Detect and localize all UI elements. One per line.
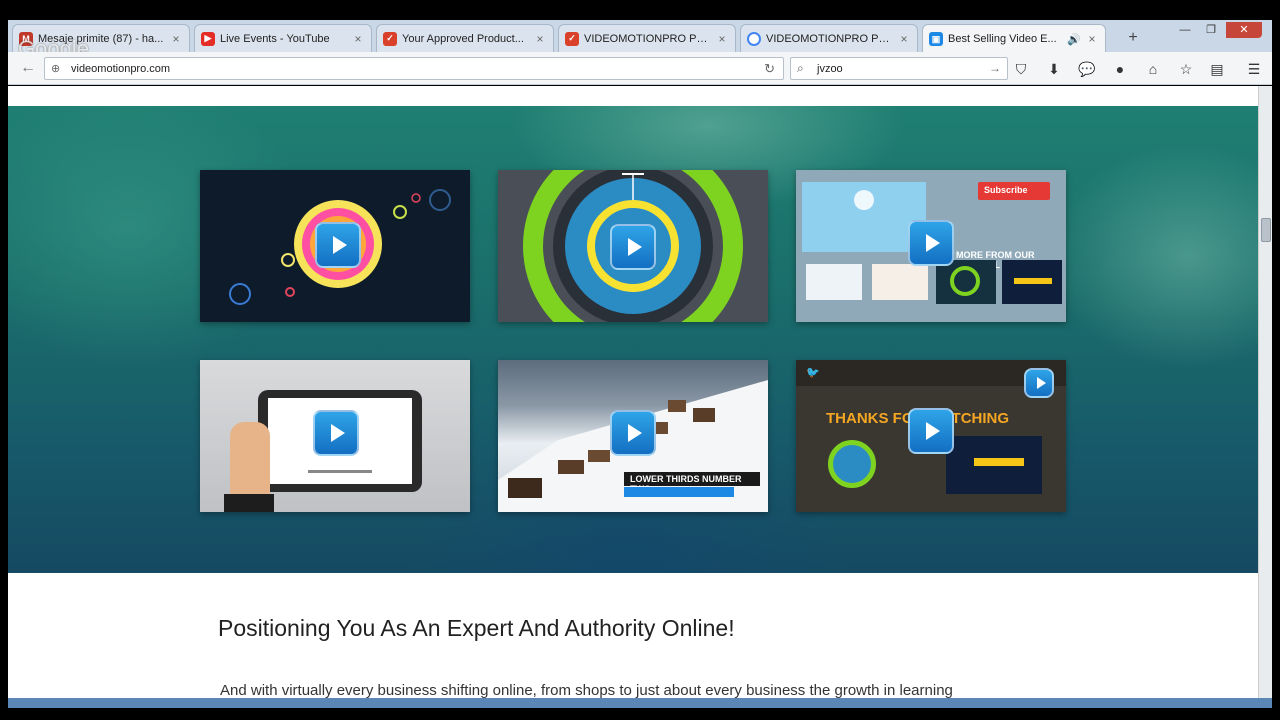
video-thumbnail-circles[interactable] xyxy=(200,170,470,322)
wave-graphic xyxy=(1014,278,1052,284)
ring-icon xyxy=(950,266,980,296)
tab-youtube[interactable]: ▶ Live Events - YouTube × xyxy=(194,24,372,52)
close-icon[interactable]: × xyxy=(533,32,547,46)
subscribe-label: Subscribe xyxy=(984,185,1028,195)
video-thumbnail-rings[interactable] xyxy=(498,170,768,322)
wave-graphic xyxy=(974,458,1024,466)
close-icon[interactable]: × xyxy=(897,32,911,46)
search-value: jvzoo xyxy=(817,63,843,75)
mini-thumb xyxy=(946,436,1042,494)
minimize-button[interactable]: — xyxy=(1174,22,1196,38)
play-button[interactable] xyxy=(315,222,361,268)
address-bar[interactable]: ⊕ videomotionpro.com ↻ xyxy=(44,57,784,80)
extension-icon[interactable]: ● xyxy=(1110,59,1130,79)
section-heading: Positioning You As An Expert And Authori… xyxy=(218,615,735,641)
tab-videomotionpro-1[interactable]: ✓ VIDEOMOTIONPRO PRE... × xyxy=(558,24,736,52)
play-button[interactable] xyxy=(908,408,954,454)
video-icon: ▣ xyxy=(929,32,943,46)
jvzoo-icon: ✓ xyxy=(565,31,579,46)
search-icon: ⌕ xyxy=(797,61,804,75)
close-icon[interactable]: × xyxy=(351,32,365,46)
close-icon[interactable]: × xyxy=(1085,32,1099,46)
search-go-icon[interactable]: → xyxy=(989,61,1001,75)
restore-button[interactable]: ❐ xyxy=(1200,22,1222,38)
video-thumbnail-snow-village[interactable]: LOWER THIRDS NUMBER TWO xyxy=(498,360,768,512)
lower-third: LOWER THIRDS NUMBER TWO xyxy=(624,472,760,500)
play-button[interactable] xyxy=(908,220,954,266)
pocket-icon[interactable]: ⛉ xyxy=(1011,59,1031,79)
home-icon[interactable]: ⌂ xyxy=(1143,59,1163,79)
play-button[interactable] xyxy=(313,410,359,456)
ring-icon xyxy=(828,440,876,488)
mini-thumb xyxy=(936,260,996,304)
speaker-icon[interactable]: 🔊 xyxy=(1067,33,1081,46)
twitter-icon: 🐦 xyxy=(806,367,820,379)
video-thumbnail-channel[interactable]: Subscribe MORE FROM OUR CHANNEL xyxy=(796,170,1066,322)
bookmark-star-icon[interactable]: ☆ xyxy=(1176,59,1196,79)
tab-best-selling-video[interactable]: ▣ Best Selling Video E... 🔊 × xyxy=(922,24,1106,53)
mini-thumb xyxy=(1002,260,1062,304)
screen-text xyxy=(308,470,372,473)
section-paragraph: And with virtually every business shifti… xyxy=(220,682,953,698)
close-icon[interactable]: × xyxy=(169,32,183,46)
mini-thumb xyxy=(806,264,862,300)
jvzoo-icon: ✓ xyxy=(383,31,397,46)
video-thumbnail-tablet[interactable] xyxy=(200,360,470,512)
sleeve-graphic xyxy=(224,494,274,512)
mini-thumb xyxy=(872,264,928,300)
youtube-icon: ▶ xyxy=(201,31,215,46)
url-text: videomotionpro.com xyxy=(71,63,171,75)
video-showcase-section: Subscribe MORE FROM OUR CHANNEL xyxy=(8,106,1258,573)
lower-third-subbar xyxy=(624,487,734,497)
tab-label: Live Events - YouTube xyxy=(220,32,330,45)
close-window-button[interactable]: ✕ xyxy=(1226,22,1262,38)
tab-label: Your Approved Product... xyxy=(402,32,524,45)
taskbar-strip xyxy=(8,698,1272,708)
back-button[interactable]: ← xyxy=(18,58,38,78)
scrollbar-thumb[interactable] xyxy=(1261,218,1271,242)
tab-videomotionpro-2[interactable]: VIDEOMOTIONPRO PRE... × xyxy=(740,24,918,52)
subscribe-badge: Subscribe xyxy=(978,182,1050,200)
tab-approved-product[interactable]: ✓ Your Approved Product... × xyxy=(376,24,554,52)
chat-icon[interactable]: 💬 xyxy=(1077,59,1097,79)
clipboard-icon[interactable]: ▤ xyxy=(1207,59,1227,79)
tab-label: VIDEOMOTIONPRO PRE... xyxy=(766,32,897,45)
play-button[interactable] xyxy=(610,224,656,270)
video-thumbnail-thanks[interactable]: 🐦 THANKS FOR WATCHING xyxy=(796,360,1066,512)
search-bar[interactable]: ⌕ jvzoo → xyxy=(790,57,1008,80)
screen: M Mesaje primite (87) - ha... × ▶ Live E… xyxy=(0,0,1280,720)
tab-label: VIDEOMOTIONPRO PRE... xyxy=(584,32,715,45)
reload-icon[interactable]: ↻ xyxy=(764,61,775,77)
tab-label: Best Selling Video E... xyxy=(948,33,1057,45)
new-tab-button[interactable]: + xyxy=(1122,28,1144,48)
globe-icon: ⊕ xyxy=(51,63,61,75)
play-button-small[interactable] xyxy=(1024,368,1054,398)
close-icon[interactable]: × xyxy=(715,32,729,46)
vertical-scrollbar[interactable] xyxy=(1258,86,1272,698)
window-controls: — ❐ ✕ xyxy=(1174,22,1262,38)
play-button[interactable] xyxy=(610,410,656,456)
web-page: Subscribe MORE FROM OUR CHANNEL xyxy=(8,86,1258,698)
download-icon[interactable]: ⬇ xyxy=(1044,59,1064,79)
tab-bar: M Mesaje primite (87) - ha... × ▶ Live E… xyxy=(8,20,1272,53)
navigation-bar: ← ⊕ videomotionpro.com ↻ ⌕ jvzoo → ⛉ ⬇ 💬… xyxy=(8,52,1272,85)
google-icon xyxy=(747,31,761,46)
gear-icon xyxy=(854,190,874,210)
menu-icon[interactable]: ☰ xyxy=(1244,59,1264,79)
